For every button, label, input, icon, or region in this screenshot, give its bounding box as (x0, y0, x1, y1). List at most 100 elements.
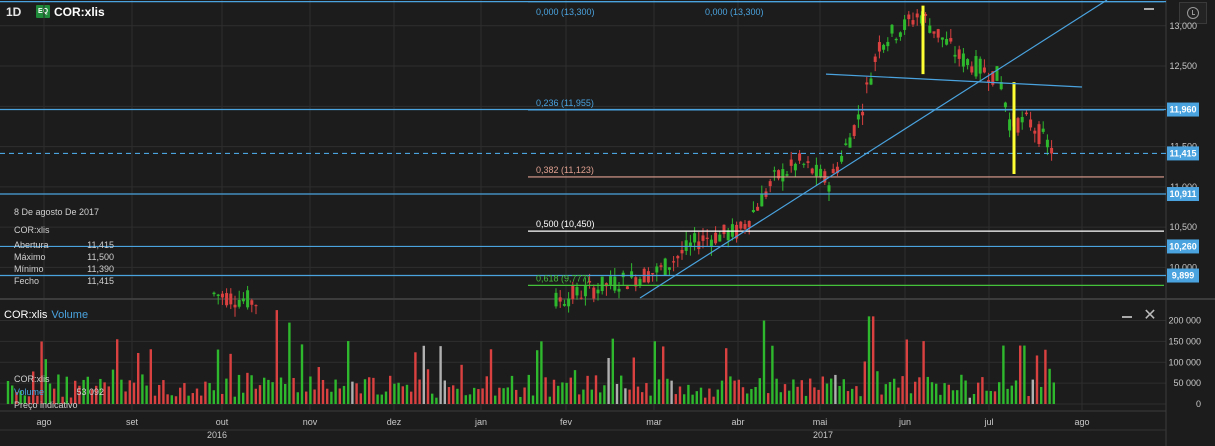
candle-body (945, 38, 949, 45)
volume-bar (607, 357, 610, 404)
volume-bar (699, 387, 703, 404)
volume-bar (620, 375, 623, 404)
volume-bar (191, 393, 194, 404)
month-label: jul (983, 417, 993, 427)
candle-body (957, 49, 961, 59)
volume-bar (788, 390, 791, 404)
uptrend-line[interactable] (639, 0, 1108, 299)
candle-body (212, 292, 216, 295)
volume-bar (498, 387, 501, 404)
volume-bar (977, 382, 980, 404)
volume-bar (968, 397, 971, 404)
volume-bar (762, 320, 766, 404)
candle-body (1050, 147, 1054, 154)
volume-bar (481, 388, 484, 404)
candle-body (237, 299, 241, 307)
volume-bar (187, 395, 190, 404)
candle-body (701, 235, 705, 241)
volume-bar (284, 384, 287, 404)
price-tick-label: 12,500 (1169, 61, 1197, 71)
volume-close-icon[interactable]: ✕ (1143, 308, 1157, 324)
volume-minimize-icon[interactable] (1122, 316, 1132, 318)
volume-bar (636, 386, 640, 404)
candle-body (659, 265, 663, 267)
volume-bar (305, 391, 308, 404)
volume-bar (783, 384, 787, 404)
info-label: Máximo (14, 252, 46, 262)
candle-body (882, 44, 886, 50)
candle-body (216, 294, 220, 296)
volume-bar (573, 370, 577, 404)
volume-bar (468, 394, 472, 404)
volume-bar (880, 394, 883, 404)
fibonacci-label: 0,618 (9,777) (536, 273, 590, 283)
volume-bar (548, 396, 551, 404)
volume-bar (670, 380, 673, 404)
info-value: 11,415 (87, 276, 114, 286)
price-tick-label: 10,500 (1169, 222, 1197, 232)
month-label: mai (813, 417, 828, 427)
volume-bar (1052, 382, 1055, 404)
volume-bar (1048, 368, 1051, 404)
chart-window: 1D EQ COR:xlis 0,000 (13,300) 0,000 (13,3… (0, 0, 1215, 446)
volume-tick-label: 100 000 (1168, 357, 1201, 367)
price-volume-chart[interactable]: 0,000 (13,300) 0,000 (13,300) 0,236 (11,95… (0, 0, 1215, 446)
volume-bar (460, 364, 463, 404)
volume-bar (347, 341, 350, 404)
volume-bar (813, 387, 816, 404)
volume-bar (767, 393, 770, 404)
month-label: jun (898, 417, 911, 427)
candle-body (928, 25, 932, 33)
level-price-tag-text: 9,899 (1172, 271, 1195, 281)
candle-body (1029, 119, 1033, 128)
candle-body (810, 168, 814, 174)
candle-body (949, 38, 953, 42)
volume-bar (246, 372, 249, 404)
volume-bar (771, 345, 774, 404)
volume-bar (221, 393, 224, 404)
volume-bar (804, 395, 808, 404)
volume-bar (569, 377, 572, 404)
volume-bar (909, 393, 913, 404)
candle-body (781, 169, 785, 182)
candle-body (575, 287, 579, 296)
volume-bars (6, 310, 1055, 404)
volume-info-symbol: COR:xlis (14, 374, 50, 384)
volume-bar (380, 394, 383, 404)
trendlines[interactable] (639, 0, 1108, 299)
volume-bar (531, 395, 535, 404)
volume-tick-label: 0 (1196, 399, 1201, 409)
volume-bar (153, 395, 157, 404)
volume-tick-label: 50 000 (1173, 378, 1201, 388)
volume-bar (536, 350, 539, 404)
year-label: 2017 (813, 430, 833, 440)
volume-title[interactable]: Volume (51, 309, 88, 321)
volume-bar (179, 387, 182, 404)
volume-bar (405, 384, 409, 404)
candle-body (827, 185, 831, 192)
candle-body (861, 111, 865, 116)
volume-axis: 200 000 150 000 100 000 50 000 0 (1168, 316, 1201, 409)
volume-bar (935, 383, 938, 404)
month-label: mar (646, 417, 662, 427)
candle-body (676, 256, 680, 259)
volume-bar (737, 379, 740, 404)
volume-bar (615, 383, 619, 404)
volume-bar (590, 389, 593, 404)
candle-body (730, 224, 734, 237)
volume-bar (1023, 345, 1026, 404)
month-label: out (216, 417, 229, 427)
volume-bar (128, 380, 131, 404)
info-value: 11,390 (87, 264, 114, 274)
level-price-tag-text: 10,260 (1169, 241, 1197, 251)
neckline[interactable] (825, 73, 1083, 88)
volume-bar (863, 361, 866, 404)
volume-bar (817, 389, 820, 404)
volume-bar (641, 392, 644, 404)
volume-bar (275, 310, 278, 404)
candle-body (600, 276, 604, 292)
volume-bar (515, 389, 518, 404)
volume-bar (1019, 345, 1022, 404)
horizontal-levels[interactable] (0, 1, 1166, 286)
volume-bar (519, 396, 522, 404)
